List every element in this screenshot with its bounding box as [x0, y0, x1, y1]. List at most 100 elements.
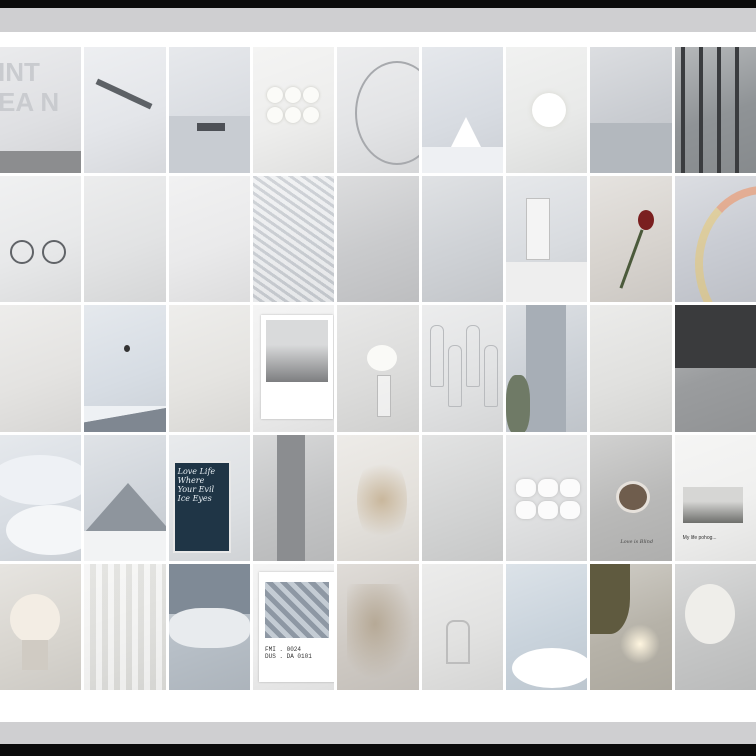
- chalkboard-line: Where: [177, 475, 205, 485]
- collage-photo-r4c8: Love is Blind: [590, 434, 672, 561]
- flower-bloom: [285, 107, 301, 123]
- wine-glass: [483, 345, 498, 408]
- chalkboard-sign: Love Life Where Your Evil Ice Eyes: [172, 460, 231, 553]
- coffee-cup: [616, 480, 651, 513]
- collage-photo-r5c2: [84, 563, 166, 690]
- collage-photo-r2c5: [337, 176, 419, 303]
- collage-photo-r2c3: [168, 176, 250, 303]
- frame-top: [0, 0, 756, 8]
- collage-photo-r3c9: [674, 305, 756, 432]
- mountain-base: [84, 530, 166, 561]
- collage-photo-r5c4: FMI . 0024 DUS . DA 0101: [253, 563, 335, 690]
- collage-photo-r4c4: [253, 434, 335, 561]
- photo-shading: [590, 176, 672, 303]
- collage-photo-r2c1: [0, 176, 82, 303]
- sky: [168, 563, 250, 615]
- crystal: [560, 500, 580, 519]
- wine-glass: [429, 325, 444, 388]
- photo-shading: [0, 176, 82, 303]
- collage-photo-r3c8: [590, 305, 672, 432]
- collage-photo-r1c8: [590, 47, 672, 174]
- crystal: [516, 478, 536, 497]
- photo-shading: [168, 305, 250, 432]
- wall-text-line-1: INT: [0, 57, 40, 87]
- photo-shading: [0, 305, 82, 432]
- photo-shading: [674, 47, 756, 174]
- photo-shading: [506, 434, 588, 561]
- bicycle-wheel: [42, 240, 66, 265]
- bicycle-wheel: [10, 240, 34, 265]
- church-tower: [526, 198, 550, 261]
- collage-photo-r5c7: [506, 563, 588, 690]
- photo-shading: [421, 176, 503, 303]
- boat: [196, 123, 225, 131]
- collage-photo-r5c9: [674, 563, 756, 690]
- collage-photo-r1c6: [421, 47, 503, 174]
- crystal: [516, 500, 536, 519]
- flower-bloom: [267, 107, 283, 123]
- cloud: [6, 504, 82, 555]
- vase-body: [22, 639, 48, 670]
- collage-photo-r5c5: [337, 563, 419, 690]
- pampas: [357, 454, 408, 545]
- mat-band-bottom: [0, 722, 756, 744]
- flower-cluster: [684, 583, 735, 644]
- photo-collage: INT EA N Love Life Where Your Evil Ice Eyes Lo…: [0, 47, 756, 690]
- collage-photo-r1c3: [168, 47, 250, 174]
- collage-photo-r2c6: [421, 176, 503, 303]
- curtain: [84, 563, 166, 690]
- wine-glass: [447, 345, 462, 408]
- window-bar: [698, 47, 703, 174]
- tree: [506, 375, 530, 432]
- polaroid-image: [265, 581, 329, 638]
- card-caption: My life pohog...: [682, 534, 717, 541]
- cloud: [512, 647, 588, 688]
- collage-photo-r4c5: [337, 434, 419, 561]
- shelf-shadow: [674, 305, 756, 369]
- chalkboard-line: Love Life: [177, 466, 216, 476]
- collage-photo-r2c7: [506, 176, 588, 303]
- collage-photo-r2c8: [590, 176, 672, 303]
- pampas-grass: [347, 583, 418, 684]
- mat-band-top: [0, 8, 756, 32]
- polaroid-card: FMI . 0024 DUS . DA 0101: [259, 571, 335, 682]
- mountain-peak: [84, 482, 166, 533]
- collage-photo-r2c9: [674, 176, 756, 303]
- photo-shading: [421, 434, 503, 561]
- snow-ground: [421, 147, 503, 174]
- crystal: [538, 478, 558, 497]
- collage-photo-r5c1: [0, 563, 82, 690]
- flower-bloom: [285, 87, 301, 103]
- chalkboard-line: Ice Eyes: [177, 494, 212, 504]
- flower-bloom: [303, 87, 319, 103]
- snow-texture: [253, 176, 335, 303]
- collage-photo-r2c2: [84, 176, 166, 303]
- sea-horizon: [590, 122, 672, 174]
- collage-photo-r5c3: [168, 563, 250, 690]
- white-chair: [445, 619, 470, 664]
- collage-photo-r3c5: [337, 305, 419, 432]
- cloud: [0, 454, 82, 505]
- lily: [532, 93, 566, 127]
- collage-photo-r1c5: [337, 47, 419, 174]
- wall-base: [0, 151, 82, 174]
- cloud-layer: [168, 607, 250, 648]
- collage-photo-r3c1: [0, 305, 82, 432]
- collage-photo-r5c6: [421, 563, 503, 690]
- collage-photo-r2c4: [253, 176, 335, 303]
- flower-bloom: [267, 87, 283, 103]
- collage-photo-r1c7: [506, 47, 588, 174]
- crystal: [560, 478, 580, 497]
- polaroid-image: [266, 320, 328, 383]
- photo-shading: [337, 176, 419, 303]
- desk-caption: Love is Blind: [620, 538, 654, 545]
- tower: [526, 305, 566, 432]
- church-roof: [506, 262, 588, 303]
- collage-photo-r1c2: [84, 47, 166, 174]
- collage-photo-r1c1: INT EA N: [0, 47, 82, 174]
- window-bar: [716, 47, 721, 174]
- collage-photo-r3c4: [253, 305, 335, 432]
- mountain: [84, 405, 166, 432]
- collage-photo-r3c6: [421, 305, 503, 432]
- photo-shading: [84, 176, 166, 303]
